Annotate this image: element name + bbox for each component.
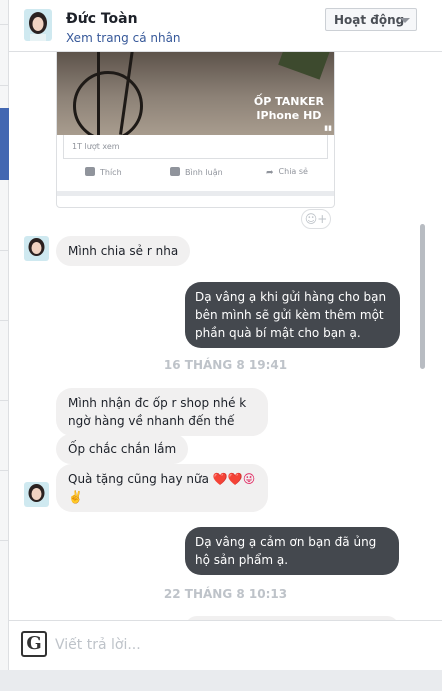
- thumbs-up-icon: [85, 167, 95, 176]
- avatar[interactable]: [24, 236, 49, 261]
- video-thumbnail[interactable]: ỐP TANKER IPhone HD ▮▮: [57, 52, 334, 135]
- volume-bars-icon: ▮▮: [324, 124, 332, 132]
- post-actions: Thích Bình luận ➦ Chia sẻ: [63, 167, 328, 187]
- share-action[interactable]: ➦ Chia sẻ: [266, 167, 308, 178]
- like-label: Thích: [100, 168, 122, 177]
- messenger-window: Đức Toàn Xem trang cá nhân Hoạt động ỐP …: [0, 0, 442, 691]
- shared-video-post[interactable]: ỐP TANKER IPhone HD ▮▮ 1T lượt xem Thích…: [56, 52, 335, 208]
- conversation-header: Đức Toàn Xem trang cá nhân Hoạt động: [9, 0, 442, 52]
- comment-icon: [170, 167, 180, 176]
- timestamp: 22 THÁNG 8 10:13: [163, 587, 288, 601]
- video-caption-line2: IPhone HD: [256, 109, 322, 122]
- active-status-label: Hoạt động: [334, 13, 405, 27]
- outgoing-message[interactable]: Dạ vâng ạ khi gửi hàng cho bạn bên mình …: [185, 282, 400, 348]
- reply-input[interactable]: [55, 635, 425, 655]
- incoming-message[interactable]: Ốp chắc chắn lắm: [56, 434, 189, 464]
- reply-composer: G: [9, 620, 442, 670]
- active-status-dropdown[interactable]: Hoạt động: [325, 8, 417, 31]
- comment-label: Bình luận: [185, 168, 223, 177]
- video-caption-line1: ỐP TANKER: [253, 95, 324, 108]
- g-icon[interactable]: G: [21, 631, 47, 657]
- incoming-message[interactable]: Mình chia sẻ r nha: [56, 236, 191, 266]
- incoming-message[interactable]: Mình nhận đc ốp r shop nhé k ngờ hàng về…: [56, 388, 268, 436]
- background-page-strip: [0, 0, 9, 691]
- avatar[interactable]: [24, 9, 52, 41]
- scrollbar[interactable]: [420, 224, 425, 369]
- emoji-victory: ✌️: [68, 490, 83, 504]
- outgoing-message[interactable]: Dạ vâng ạ cảm ơn bạn đã ủng hộ sản phẩm …: [185, 527, 399, 575]
- message-text: Quà tặng cũng hay nữa: [68, 472, 209, 486]
- emoji-hearts-wink: ❤️❤️😜: [212, 472, 256, 486]
- view-count: 1T lượt xem: [63, 135, 328, 159]
- message-list[interactable]: ỐP TANKER IPhone HD ▮▮ 1T lượt xem Thích…: [9, 52, 442, 620]
- contact-name[interactable]: Đức Toàn: [66, 11, 138, 27]
- like-action[interactable]: Thích: [85, 167, 122, 177]
- add-reaction-icon[interactable]: ☺+: [301, 209, 331, 229]
- share-arrow-icon: ➦: [266, 168, 274, 178]
- timestamp: 16 THÁNG 8 19:41: [163, 358, 288, 372]
- video-caption: ỐP TANKER IPhone HD: [254, 95, 324, 123]
- share-label: Chia sẻ: [278, 167, 308, 176]
- avatar[interactable]: [24, 482, 49, 507]
- comment-action[interactable]: Bình luận: [170, 167, 223, 177]
- footer-strip: [0, 670, 442, 691]
- caret-down-icon: [400, 18, 410, 23]
- incoming-message[interactable]: Quà tặng cũng hay nữa ❤️❤️😜 ✌️: [56, 464, 268, 512]
- view-profile-link[interactable]: Xem trang cá nhân: [66, 31, 181, 45]
